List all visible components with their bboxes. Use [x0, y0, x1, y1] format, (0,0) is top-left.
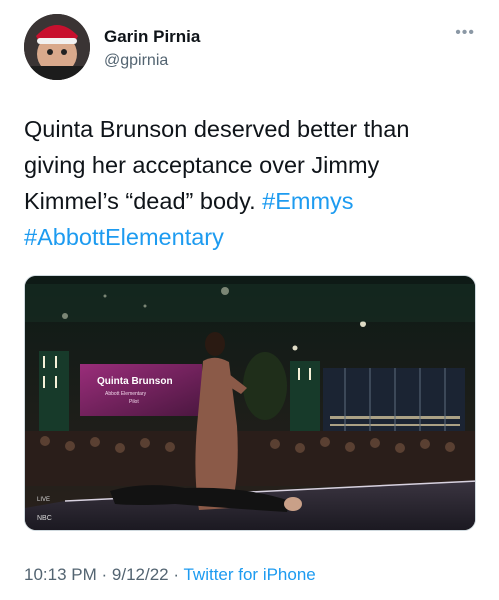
screen-show-text: Abbott Elementary [105, 391, 147, 397]
tweet-header: Garin Pirnia @gpirnia ••• [24, 14, 475, 84]
tweet-media-image[interactable]: Quinta Brunson Abbott Elementary Pilot L… [24, 275, 476, 531]
network-logo-text: NBC [37, 515, 52, 522]
tweet-meta: 10:13 PM · 9/12/22 · Twitter for iPhone [24, 565, 316, 585]
tweet-source[interactable]: Twitter for iPhone [183, 565, 315, 584]
hashtag-emmys[interactable]: #Emmys [262, 188, 353, 214]
screen-role-text: Pilot [129, 399, 139, 405]
tweet-date[interactable]: 9/12/22 [112, 565, 169, 584]
meta-separator: · [101, 565, 108, 584]
avatar[interactable] [24, 14, 90, 80]
meta-separator: · [173, 565, 180, 584]
tweet-time[interactable]: 10:13 PM [24, 565, 97, 584]
ellipsis-icon[interactable]: ••• [455, 24, 475, 42]
author-handle[interactable]: @gpirnia [104, 52, 168, 70]
live-badge-text: LIVE [37, 497, 50, 503]
tweet-text: Quinta Brunson deserved better than givi… [24, 111, 476, 255]
screen-name-text: Quinta Brunson [97, 376, 173, 387]
author-name[interactable]: Garin Pirnia [104, 27, 200, 47]
hashtag-abbott-elementary[interactable]: #AbbottElementary [24, 224, 224, 250]
